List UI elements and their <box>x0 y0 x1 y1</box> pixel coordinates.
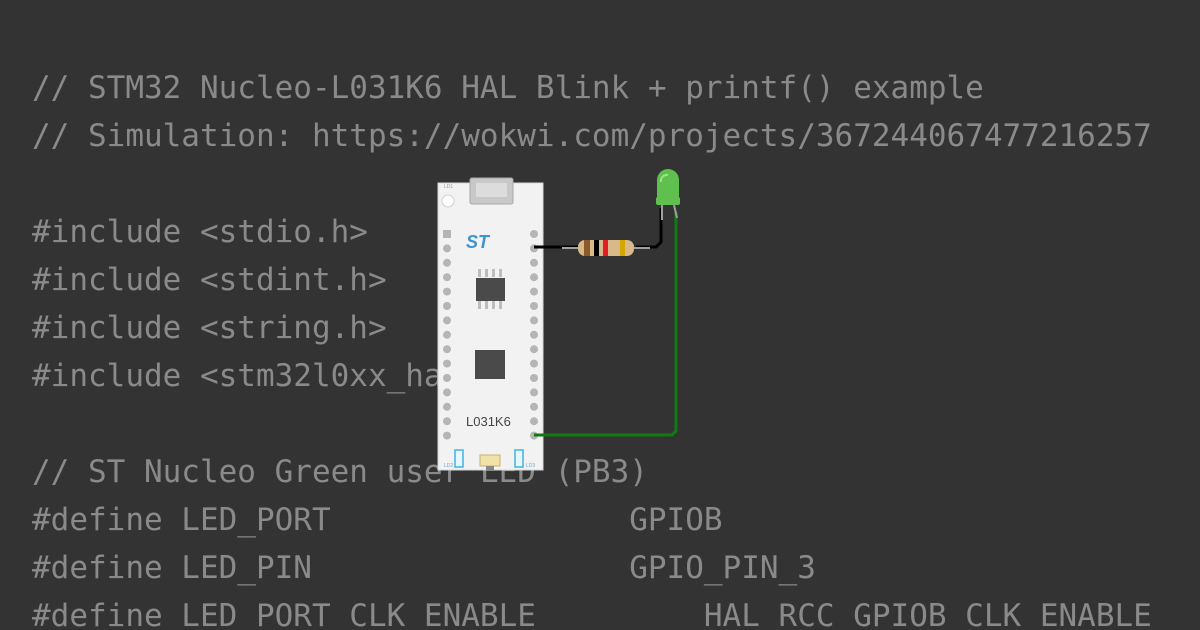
circuit-diagram: LD1 ST L031K6 LD2 LD3 <box>437 169 680 471</box>
header-pin[interactable] <box>530 330 538 339</box>
st-logo: ST <box>466 232 491 252</box>
header-pin[interactable] <box>530 316 538 325</box>
ld1-tag: LD1 <box>444 184 453 190</box>
board-button[interactable] <box>479 454 501 467</box>
header-pin[interactable] <box>530 287 538 296</box>
header-pin[interactable] <box>443 431 451 440</box>
header-pin[interactable] <box>530 388 538 397</box>
header-pin[interactable] <box>530 359 538 368</box>
header-pin[interactable] <box>530 273 538 282</box>
pin-header-right <box>530 230 538 440</box>
header-pin[interactable] <box>530 374 538 382</box>
header-pin[interactable] <box>443 316 451 325</box>
resistor[interactable] <box>562 240 650 256</box>
header-pin[interactable] <box>443 302 451 310</box>
nucleo-board[interactable]: LD1 ST L031K6 LD2 LD3 <box>437 177 544 471</box>
header-pin[interactable] <box>530 230 538 238</box>
header-pin[interactable] <box>530 258 538 267</box>
header-pin[interactable] <box>443 374 451 382</box>
header-pin[interactable] <box>443 417 451 426</box>
header-pin[interactable] <box>443 330 451 339</box>
header-pin[interactable] <box>443 402 451 411</box>
wire-black-led[interactable] <box>636 208 663 249</box>
ld3-tag: LD3 <box>526 463 535 469</box>
header-pin[interactable] <box>530 417 538 426</box>
header-pin[interactable] <box>443 287 451 296</box>
header-pin[interactable] <box>443 345 451 354</box>
board-label: L031K6 <box>466 414 511 429</box>
board-led-left <box>454 449 464 468</box>
header-pin[interactable] <box>443 258 451 267</box>
board-led-right <box>514 449 524 468</box>
header-pin[interactable] <box>443 359 451 368</box>
header-pin[interactable] <box>443 388 451 397</box>
reset-button[interactable] <box>441 194 455 208</box>
header-pin[interactable] <box>443 230 451 238</box>
header-pin[interactable] <box>530 402 538 411</box>
header-pin[interactable] <box>530 345 538 354</box>
pin-header-left <box>443 230 451 440</box>
editor-canvas: // STM32 Nucleo-L031K6 HAL Blink + print… <box>0 0 1200 630</box>
header-pin[interactable] <box>443 273 451 282</box>
ld2-tag: LD2 <box>444 463 453 469</box>
mcu-chip <box>475 350 505 379</box>
header-pin[interactable] <box>443 244 451 253</box>
chip-small <box>476 278 505 301</box>
header-pin[interactable] <box>530 302 538 310</box>
